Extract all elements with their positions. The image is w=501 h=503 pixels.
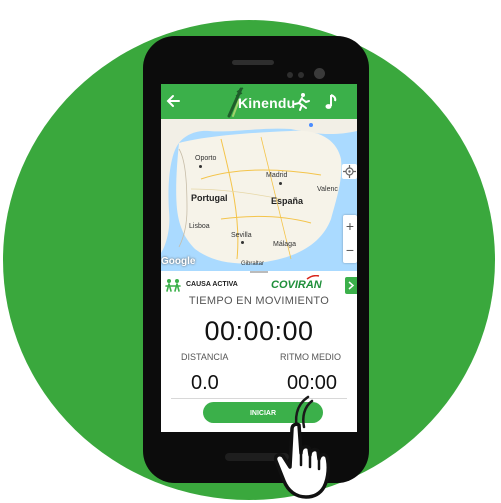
map-city-dot	[279, 182, 282, 185]
route-map[interactable]: Oporto Madrid Valenc Portugal España Lis…	[161, 119, 357, 271]
moving-time-value: 00:00:00	[204, 316, 314, 346]
music-note-icon[interactable]	[323, 93, 339, 111]
phone-speaker	[232, 60, 274, 65]
map-label-portugal: Portugal	[191, 193, 228, 203]
causa-activa-logo-icon	[165, 279, 181, 292]
pace-label: RITMO MEDIO	[280, 352, 341, 362]
moving-time-label: TIEMPO EN MOVIMIENTO	[188, 295, 330, 307]
map-label-valencia: Valenc	[317, 186, 338, 193]
phone-sensor	[287, 72, 293, 78]
causa-activa-label: CAUSA ACTIVA	[186, 281, 238, 288]
pace-value: 00:00	[287, 372, 338, 394]
sponsor-bar: CAUSA ACTIVA COVIRAN	[161, 273, 357, 297]
zoom-out-button[interactable]: −	[343, 239, 357, 261]
map-label-porto: Oporto	[195, 155, 217, 162]
runner-icon[interactable]	[291, 92, 311, 112]
chevron-right-icon	[348, 281, 355, 290]
phone-sensor	[298, 72, 304, 78]
arrow-left-icon[interactable]	[165, 91, 183, 111]
app-logo-text: Kinendu	[238, 95, 296, 111]
map-label-malaga: Málaga	[273, 241, 296, 248]
zoom-in-button[interactable]: +	[343, 215, 357, 237]
google-logo: Google	[161, 256, 196, 267]
map-label-sevilla: Sevilla	[231, 232, 252, 239]
pointing-hand-icon	[273, 395, 330, 499]
crosshair-icon	[343, 165, 356, 178]
app-screen: Kinendu Oporto Madrid Valenc Portugal Es…	[161, 84, 357, 432]
map-label-gibraltar: Gibraltar	[241, 261, 265, 267]
distance-value: 0.0	[191, 372, 219, 394]
my-location-button[interactable]	[342, 164, 357, 179]
map-country-label: España	[271, 196, 304, 206]
coviran-label: COVIRAN	[271, 279, 322, 291]
map-city-dot	[199, 165, 202, 168]
map-zoom-control: + −	[343, 215, 357, 263]
map-label-madrid: Madrid	[266, 172, 288, 179]
sponsor-next-button[interactable]	[345, 277, 357, 294]
app-toolbar: Kinendu	[161, 84, 357, 119]
map-city-dot	[241, 241, 244, 244]
map-label-lisboa: Lisboa	[189, 223, 210, 230]
distance-label: DISTANCIA	[181, 352, 229, 362]
phone-camera	[314, 68, 325, 79]
